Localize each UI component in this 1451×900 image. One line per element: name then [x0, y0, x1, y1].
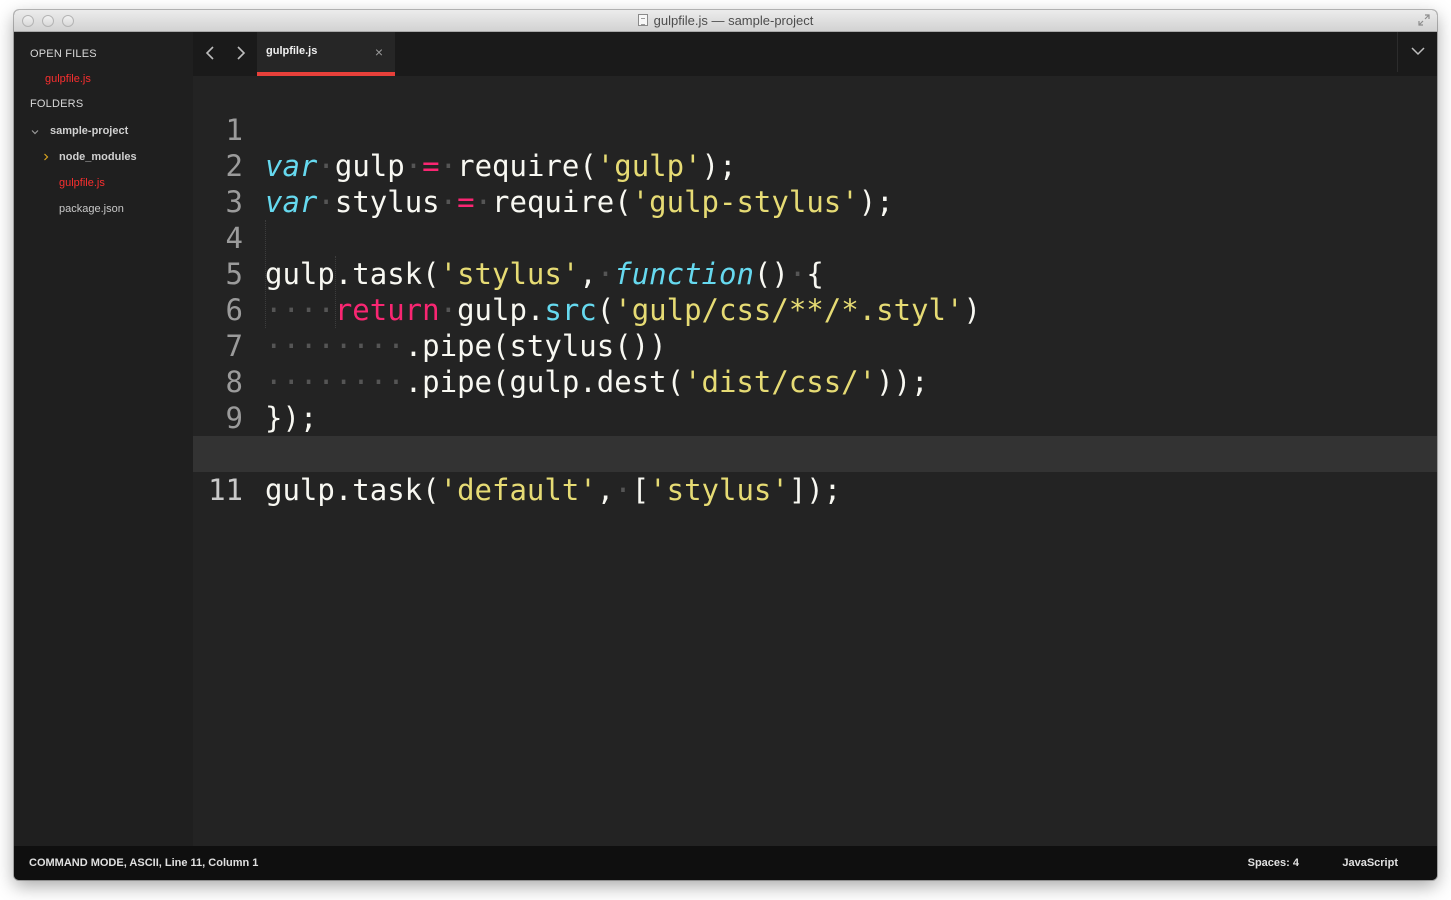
code-line[interactable]: 4 gulp.task('stylus',·function()·{ [193, 184, 1437, 291]
chevron-right-icon[interactable] [42, 153, 50, 161]
folder-node-modules[interactable]: node_modules [59, 151, 137, 163]
window-title: gulpfile.js — sample-project [14, 13, 1437, 28]
folders-heading: FOLDERS [30, 98, 84, 110]
editor-window: gulpfile.js — sample-project OPEN FILES … [14, 10, 1437, 880]
code-line[interactable]: 7 ········.pipe(gulp.dest('dist/css/')); [193, 292, 1437, 399]
code-line[interactable]: 3 [193, 148, 1437, 219]
code-line[interactable]: 2 var·stylus·=·require('gulp-stylus'); [193, 112, 1437, 219]
status-mode-info: COMMAND MODE, ASCII, Line 11, Column 1 [29, 857, 259, 869]
file-package-json[interactable]: package.json [59, 203, 124, 215]
document-icon [637, 14, 648, 26]
code-content: gulp.task('default',·['stylus']); [265, 473, 842, 507]
code-line[interactable]: 5 ····return·gulp.src('gulp/css/**/*.sty… [193, 220, 1437, 327]
syntax-selector[interactable]: JavaScript [1342, 857, 1398, 869]
close-tab-icon[interactable]: × [375, 44, 383, 60]
tab-bar: gulpfile.js × [193, 32, 1437, 76]
back-arrow-icon[interactable] [202, 44, 220, 62]
open-file-gulpfile[interactable]: gulpfile.js [45, 73, 91, 85]
code-line[interactable]: 9 [193, 364, 1437, 435]
line-number: 11 [208, 473, 243, 507]
code-line[interactable]: 10 gulp.task('default',·['stylus']); [193, 400, 1437, 507]
file-gulpfile[interactable]: gulpfile.js [59, 177, 105, 189]
current-code-line[interactable]: 11 [193, 436, 1437, 507]
status-bar: COMMAND MODE, ASCII, Line 11, Column 1 S… [14, 846, 1437, 880]
fullscreen-icon[interactable] [1417, 14, 1431, 28]
window-title-text: gulpfile.js — sample-project [653, 13, 814, 28]
tab-label: gulpfile.js [266, 45, 318, 57]
tab-list-dropdown[interactable] [1397, 32, 1437, 72]
indentation-setting[interactable]: Spaces: 4 [1248, 857, 1299, 869]
chevron-down-icon [1411, 47, 1425, 56]
tab-gulpfile[interactable]: gulpfile.js × [257, 32, 395, 76]
open-files-heading: OPEN FILES [30, 48, 97, 60]
folder-root[interactable]: sample-project [50, 125, 128, 137]
chevron-down-icon[interactable] [31, 128, 39, 136]
code-line[interactable]: 6 ········.pipe(stylus()) [193, 256, 1437, 363]
code-editor[interactable]: 1 var·gulp·=·require('gulp'); 2 var·styl… [193, 76, 1437, 846]
title-bar: gulpfile.js — sample-project [14, 10, 1437, 32]
sidebar: OPEN FILES gulpfile.js FOLDERS sample-pr… [14, 32, 193, 846]
code-line[interactable]: 1 var·gulp·=·require('gulp'); [193, 76, 1437, 183]
forward-arrow-icon[interactable] [231, 44, 249, 62]
code-line[interactable]: 8 }); [193, 328, 1437, 435]
